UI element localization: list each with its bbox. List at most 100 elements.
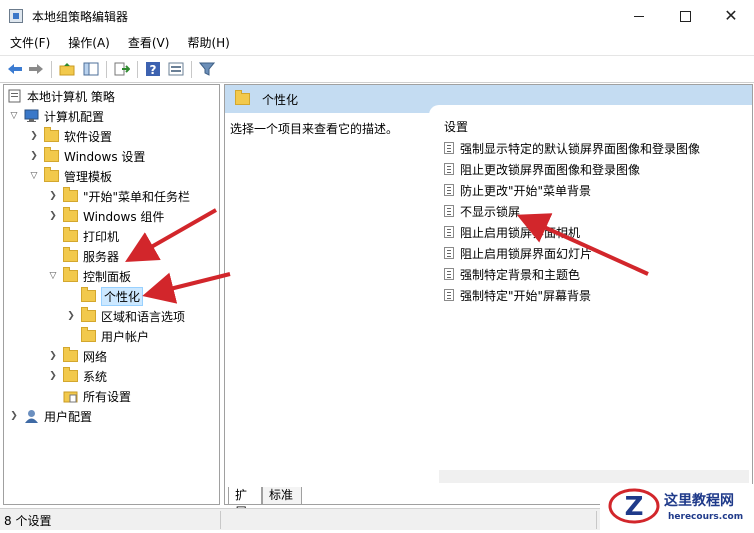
help-icon[interactable]: ? bbox=[144, 60, 162, 78]
window-title: 本地组策略编辑器 bbox=[32, 10, 129, 24]
tree-item-windows-settings[interactable]: ❯ Windows 设置 bbox=[27, 146, 145, 166]
chevron-right-icon[interactable]: ❯ bbox=[46, 369, 60, 383]
policy-setting-icon bbox=[444, 226, 454, 238]
folder-icon bbox=[63, 207, 78, 222]
setting-row[interactable]: 防止更改"开始"菜单背景 bbox=[444, 180, 591, 200]
tree-item-label: 控制面板 bbox=[83, 269, 132, 284]
setting-label: 强制显示特定的默认锁屏界面图像和登录图像 bbox=[460, 141, 701, 156]
policy-setting-icon bbox=[444, 205, 454, 217]
tree-item-server[interactable]: 服务器 bbox=[63, 246, 119, 266]
folder-icon bbox=[63, 227, 78, 242]
tree-root[interactable]: 本地计算机 策略 bbox=[7, 86, 115, 106]
forward-arrow-icon[interactable] bbox=[27, 60, 45, 78]
tree-item-control-panel[interactable]: ▽ 控制面板 bbox=[46, 266, 131, 286]
setting-row[interactable]: 不显示锁屏 bbox=[444, 201, 520, 221]
tree-item-windows-components[interactable]: ❯ Windows 组件 bbox=[46, 206, 164, 226]
tree-item-start-menu[interactable]: ❯ "开始"菜单和任务栏 bbox=[46, 186, 190, 206]
setting-label: 阻止启用锁屏界面相机 bbox=[460, 225, 581, 240]
maximize-icon bbox=[679, 10, 691, 22]
chevron-down-icon[interactable]: ▽ bbox=[46, 269, 60, 283]
tree-item-computer-config[interactable]: ▽ 计算机配置 bbox=[7, 106, 104, 126]
folder-icon bbox=[235, 90, 250, 105]
menu-view[interactable]: 查看(V) bbox=[118, 32, 178, 54]
watermark-name: 这里教程网 bbox=[664, 493, 734, 509]
menu-action[interactable]: 操作(A) bbox=[58, 32, 118, 54]
setting-row[interactable]: 强制特定"开始"屏幕背景 bbox=[444, 285, 591, 305]
back-arrow-icon[interactable] bbox=[6, 60, 24, 78]
setting-row[interactable]: 强制显示特定的默认锁屏界面图像和登录图像 bbox=[444, 138, 700, 158]
tab-standard[interactable]: 标准 bbox=[262, 487, 302, 505]
close-button[interactable]: ✕ bbox=[708, 0, 754, 32]
status-count: 8 个设置 bbox=[4, 514, 52, 528]
setting-label: 防止更改"开始"菜单背景 bbox=[460, 183, 592, 198]
export-icon[interactable] bbox=[113, 60, 131, 78]
tree-item-user-accounts[interactable]: 用户帐户 bbox=[81, 326, 149, 346]
chevron-right-icon[interactable]: ❯ bbox=[27, 149, 41, 163]
tree-item-network[interactable]: ❯ 网络 bbox=[46, 346, 107, 366]
chevron-right-icon[interactable]: ❯ bbox=[46, 189, 60, 203]
tree-item-user-config[interactable]: ❯ 用户配置 bbox=[7, 406, 92, 426]
setting-label: 阻止更改锁屏界面图像和登录图像 bbox=[460, 162, 641, 177]
policy-setting-icon bbox=[444, 247, 454, 259]
chevron-right-icon[interactable]: ❯ bbox=[7, 409, 21, 423]
chevron-right-icon[interactable]: ❯ bbox=[46, 349, 60, 363]
details-header-title: 个性化 bbox=[262, 92, 299, 107]
tree-item-label: 打印机 bbox=[83, 229, 120, 244]
setting-label: 不显示锁屏 bbox=[460, 204, 521, 219]
chevron-right-icon[interactable]: ❯ bbox=[64, 309, 78, 323]
chevron-right-icon[interactable]: ❯ bbox=[46, 209, 60, 223]
tree-item-label: Windows 设置 bbox=[64, 149, 146, 164]
setting-row[interactable]: 阻止启用锁屏界面幻灯片 bbox=[444, 243, 592, 263]
tree-item-label: 软件设置 bbox=[64, 129, 113, 144]
tree-item-system[interactable]: ❯ 系统 bbox=[46, 366, 107, 386]
menu-help[interactable]: 帮助(H) bbox=[177, 32, 237, 54]
folder-open-icon bbox=[63, 267, 78, 282]
menu-file[interactable]: 文件(F) bbox=[0, 32, 58, 54]
policy-setting-icon bbox=[444, 142, 454, 154]
policy-editor-app-icon bbox=[9, 9, 23, 23]
watermark-url: herecours.com bbox=[668, 512, 744, 522]
properties-icon[interactable] bbox=[167, 60, 185, 78]
horizontal-scrollbar[interactable] bbox=[439, 470, 749, 483]
minimize-icon bbox=[634, 15, 644, 17]
policy-setting-icon bbox=[444, 163, 454, 175]
folder-icon bbox=[44, 127, 59, 142]
folder-icon bbox=[81, 327, 96, 342]
setting-row[interactable]: 阻止更改锁屏界面图像和登录图像 bbox=[444, 159, 640, 179]
settings-list: 设置 强制显示特定的默认锁屏界面图像和登录图像 阻止更改锁屏界面图像和登录图像 … bbox=[429, 105, 752, 485]
folder-icon bbox=[44, 147, 59, 162]
show-hide-tree-icon[interactable] bbox=[82, 60, 100, 78]
chevron-right-icon[interactable]: ❯ bbox=[27, 129, 41, 143]
menu-bar: 文件(F) 操作(A) 查看(V) 帮助(H) bbox=[0, 32, 754, 54]
policy-setting-icon bbox=[444, 289, 454, 301]
filter-icon[interactable] bbox=[198, 60, 216, 78]
setting-row[interactable]: 阻止启用锁屏界面相机 bbox=[444, 222, 580, 242]
chevron-down-icon[interactable]: ▽ bbox=[7, 109, 21, 123]
setting-label: 强制特定背景和主题色 bbox=[460, 267, 581, 282]
tree-item-label: 计算机配置 bbox=[44, 109, 105, 124]
tree-item-all-settings[interactable]: 所有设置 bbox=[63, 386, 131, 406]
user-icon bbox=[24, 409, 39, 423]
toolbar-separator bbox=[137, 61, 138, 78]
policy-document-icon bbox=[7, 89, 22, 103]
policy-setting-icon bbox=[444, 268, 454, 280]
maximize-button[interactable] bbox=[662, 0, 708, 32]
svg-text:?: ? bbox=[150, 63, 157, 77]
status-separator bbox=[596, 511, 597, 529]
chevron-down-icon[interactable]: ▽ bbox=[27, 169, 41, 183]
tree-item-personalization[interactable]: 个性化 bbox=[81, 286, 144, 306]
minimize-button[interactable] bbox=[616, 0, 662, 32]
folder-icon bbox=[63, 367, 78, 382]
setting-row[interactable]: 强制特定背景和主题色 bbox=[444, 264, 580, 284]
status-separator bbox=[220, 511, 221, 529]
tree-root-label: 本地计算机 策略 bbox=[27, 89, 115, 104]
tree-item-regional[interactable]: ❯ 区域和语言选项 bbox=[64, 306, 185, 326]
description-text: 选择一个项目来查看它的描述。 bbox=[230, 122, 399, 136]
tab-extended[interactable]: 扩展 bbox=[228, 487, 262, 519]
tree-item-printers[interactable]: 打印机 bbox=[63, 226, 119, 246]
tree-item-software-settings[interactable]: ❯ 软件设置 bbox=[27, 126, 112, 146]
folder-icon bbox=[63, 187, 78, 202]
settings-column-header[interactable]: 设置 bbox=[444, 118, 468, 135]
tree-item-admin-templates[interactable]: ▽ 管理模板 bbox=[27, 166, 112, 186]
folder-up-icon[interactable] bbox=[58, 60, 76, 78]
